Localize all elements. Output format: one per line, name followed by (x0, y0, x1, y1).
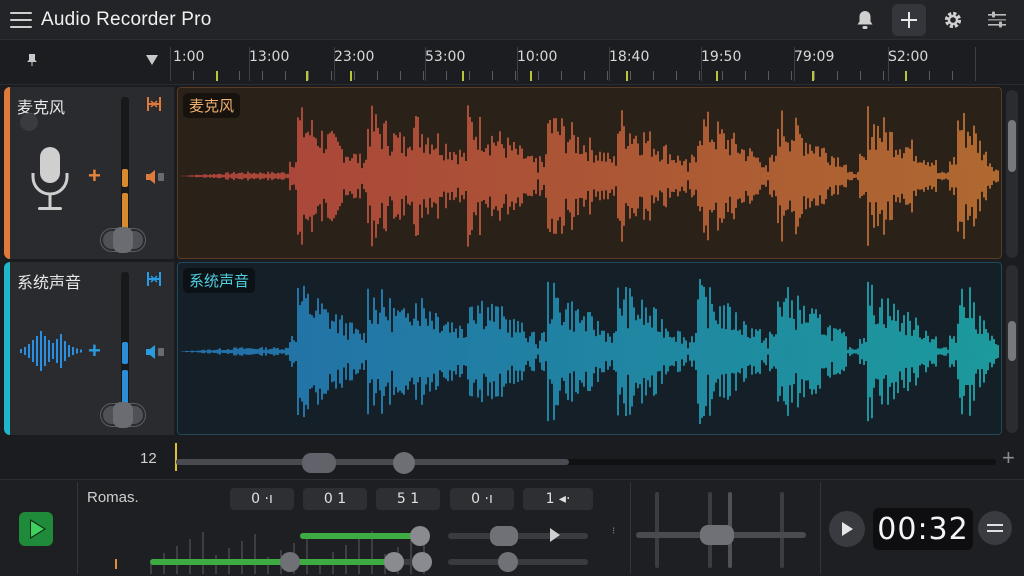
track-header: 系统声音 + (4, 262, 174, 435)
menu-icon[interactable] (10, 11, 32, 28)
mixer-channel-name: Romas. (87, 489, 139, 506)
play-button[interactable] (829, 511, 865, 547)
track-microphone: 麦克风 + 麦克风 (4, 87, 1004, 259)
add-effect-button[interactable]: + (88, 165, 101, 187)
playhead-marker[interactable] (146, 55, 158, 65)
volume-fader[interactable] (101, 227, 145, 253)
clip-label: 麦克风 (183, 93, 241, 118)
ruler-label: S2:00 (888, 49, 929, 65)
track-scrollbar[interactable] (1006, 90, 1018, 258)
track-accent (4, 87, 10, 259)
track-scrollbar[interactable] (1006, 265, 1018, 433)
microphone-icon (31, 147, 69, 210)
more-menu-button[interactable] (978, 511, 1012, 545)
zoom-in-button[interactable]: + (1002, 447, 1015, 469)
level-marker (115, 559, 117, 569)
gain-slider[interactable] (300, 526, 430, 546)
clip-label: 系统声音 (183, 268, 256, 293)
split-icon[interactable] (145, 270, 163, 288)
track-name: 系统声音 (17, 275, 82, 292)
ruler-label: 1:00 (173, 49, 205, 65)
volume-fader[interactable] (101, 402, 145, 428)
zoom-handle[interactable] (302, 453, 336, 473)
mixer-panel: Romas. 0 ·ı 0 1 5 1 0 ·ı 1 ◂· ⁝ 00:32 (0, 479, 1024, 576)
playhead-line (175, 443, 177, 471)
ruler-label: 18:40 (609, 49, 650, 65)
balance-slider[interactable] (150, 552, 432, 572)
ruler-label: 79:09 (794, 49, 835, 65)
gear-icon[interactable] (936, 4, 970, 36)
track-system-audio: 系统声音 + 系统声音 (4, 262, 1004, 435)
audio-clip[interactable]: 麦克风 (177, 87, 1002, 259)
volume-meter (121, 97, 129, 247)
pin-icon (27, 54, 37, 66)
timeline-ruler[interactable]: 1:00 13:00 23:00 53:00 10:00 18:40 19:50… (0, 41, 1024, 85)
mixer-chip[interactable]: 0 1 (303, 488, 367, 510)
split-icon[interactable] (145, 95, 163, 113)
volume-meter (121, 272, 129, 422)
ruler-label: 23:00 (334, 49, 375, 65)
add-effect-button[interactable]: + (88, 340, 101, 362)
mixer-chip[interactable]: 5 1 (376, 488, 440, 510)
send-slider[interactable] (448, 552, 588, 572)
track-header: 麦克风 + (4, 87, 174, 259)
toolbar (848, 4, 1014, 36)
waveform-icon (20, 331, 82, 371)
record-play-icon[interactable] (18, 511, 54, 547)
waveform (178, 105, 1001, 247)
play-icon (842, 522, 853, 536)
grip-icon: ⁝ (612, 526, 616, 537)
master-slider[interactable] (636, 525, 806, 545)
sliders-icon[interactable] (980, 4, 1014, 36)
speaker-icon[interactable] (145, 344, 165, 360)
bell-icon[interactable] (848, 4, 882, 36)
zoom-level: 12 (140, 450, 157, 467)
position-handle[interactable] (393, 452, 415, 474)
ruler-label: 53:00 (425, 49, 466, 65)
ruler-label: 19:50 (701, 49, 742, 65)
plus-icon[interactable] (892, 4, 926, 36)
ruler-label: 10:00 (517, 49, 558, 65)
scrub-track[interactable] (176, 459, 996, 465)
mixer-chip[interactable]: 0 ·ı (450, 488, 514, 510)
mixer-chip[interactable]: 1 ◂· (523, 488, 593, 510)
ruler-label: 13:00 (249, 49, 290, 65)
speaker-icon[interactable] (145, 169, 165, 185)
menu-icon (987, 524, 1003, 532)
pan-slider[interactable] (448, 526, 588, 546)
audio-clip[interactable]: 系统声音 (177, 262, 1002, 435)
mixer-chip[interactable]: 0 ·ı (230, 488, 294, 510)
track-accent (4, 262, 10, 435)
app-title: Audio Recorder Pro (41, 8, 212, 30)
recording-timer: 00:32 (873, 508, 973, 550)
waveform (178, 279, 1001, 424)
timeline-scrubber: 12 + (0, 441, 1024, 477)
record-arm-button[interactable] (20, 113, 38, 131)
title-bar: Audio Recorder Pro (0, 0, 1024, 40)
